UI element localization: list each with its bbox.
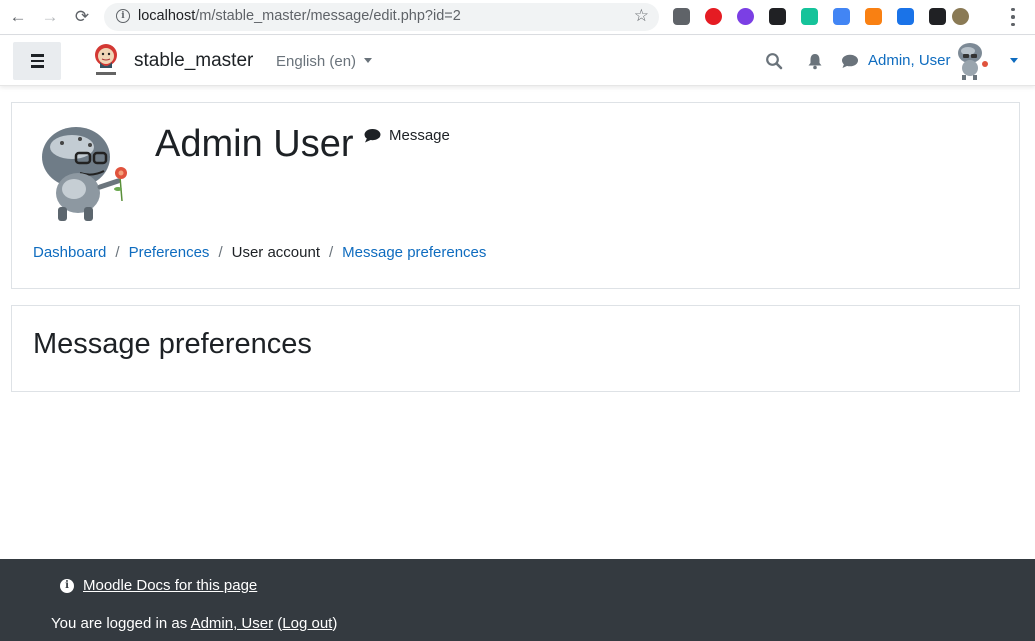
breadcrumb-item-user-account: User account bbox=[231, 244, 320, 261]
main-content-card: Message preferences bbox=[11, 305, 1020, 392]
breadcrumb-item-message-preferences[interactable]: Message preferences bbox=[342, 244, 486, 261]
breadcrumb-separator: / bbox=[115, 244, 120, 261]
user-menu-name[interactable]: Admin, User bbox=[868, 52, 951, 69]
message-label: Message bbox=[389, 127, 450, 144]
language-menu[interactable]: English ‎(en)‎ bbox=[276, 53, 373, 70]
url-text[interactable]: localhost/m/stable_master/message/edit.p… bbox=[138, 8, 461, 24]
jenkins-logo-icon[interactable] bbox=[92, 42, 120, 78]
moodle-docs-link[interactable]: Moodle Docs for this page bbox=[83, 577, 257, 594]
user-avatar[interactable] bbox=[954, 42, 990, 80]
login-info: You are logged in as Admin, User (Log ou… bbox=[51, 615, 338, 632]
user-menu-chevron-icon[interactable] bbox=[1010, 58, 1018, 63]
profile-avatar-icon[interactable] bbox=[952, 8, 969, 25]
forward-icon[interactable]: → bbox=[39, 7, 61, 27]
logout-link[interactable]: Log out bbox=[282, 615, 332, 632]
profile-picture bbox=[42, 127, 127, 221]
breadcrumb-separator: / bbox=[218, 244, 223, 261]
site-navbar: stable_master English ‎(en)‎ Admin, User bbox=[0, 36, 1035, 86]
moodle-icon[interactable] bbox=[865, 8, 882, 25]
gnome-icon[interactable] bbox=[769, 8, 786, 25]
reload-icon[interactable]: ⟳ bbox=[71, 7, 93, 27]
color-wheel-icon[interactable] bbox=[737, 8, 754, 25]
message-bubble-icon bbox=[364, 128, 381, 143]
eyedropper-icon[interactable] bbox=[673, 8, 690, 25]
google-translate-icon[interactable] bbox=[833, 8, 850, 25]
address-bar[interactable]: i localhost/m/stable_master/message/edit… bbox=[104, 3, 659, 31]
url-host: localhost bbox=[138, 8, 196, 24]
browser-menu-icon[interactable] bbox=[1008, 6, 1018, 28]
url-path: /m/stable_master/message/edit.php?id=2 bbox=[195, 8, 461, 24]
site-name[interactable]: stable_master bbox=[134, 50, 253, 72]
profile-link[interactable]: Admin, User bbox=[191, 615, 274, 632]
moodle-docs-link-row: i Moodle Docs for this page bbox=[60, 577, 257, 594]
breadcrumb-item-dashboard[interactable]: Dashboard bbox=[33, 244, 106, 261]
browser-toolbar: ← → ⟳ i localhost/m/stable_master/messag… bbox=[0, 0, 1035, 35]
page-title: Admin User bbox=[155, 123, 354, 165]
site-info-icon[interactable]: i bbox=[116, 9, 130, 23]
breadcrumb-separator: / bbox=[328, 244, 334, 261]
breadcrumb: Dashboard / Preferences / User account /… bbox=[33, 244, 486, 261]
page-header-card: Admin User Message Dashboard / Preferenc… bbox=[11, 102, 1020, 289]
adblock-icon[interactable] bbox=[705, 8, 722, 25]
message-user-link[interactable]: Message bbox=[364, 127, 450, 144]
info-icon: i bbox=[60, 578, 74, 593]
notifications-bell-icon[interactable] bbox=[806, 52, 824, 70]
logged-in-text: You are logged in as bbox=[51, 615, 188, 632]
breadcrumb-item-preferences[interactable]: Preferences bbox=[129, 244, 210, 261]
back-icon[interactable]: ← bbox=[7, 7, 29, 27]
grammarly-off-icon[interactable] bbox=[801, 8, 818, 25]
reader-icon[interactable] bbox=[897, 8, 914, 25]
nav-drawer-toggle-button[interactable] bbox=[13, 42, 61, 80]
section-heading: Message preferences bbox=[33, 328, 312, 360]
page-footer: i Moodle Docs for this page You are logg… bbox=[0, 559, 1035, 641]
messages-icon[interactable] bbox=[841, 52, 859, 70]
bookmark-star-icon[interactable]: ☆ bbox=[634, 6, 649, 26]
search-icon[interactable] bbox=[765, 52, 783, 70]
extension-dark-icon[interactable] bbox=[929, 8, 946, 25]
chevron-down-icon bbox=[364, 58, 373, 64]
language-label: English ‎(en)‎ bbox=[276, 53, 357, 70]
